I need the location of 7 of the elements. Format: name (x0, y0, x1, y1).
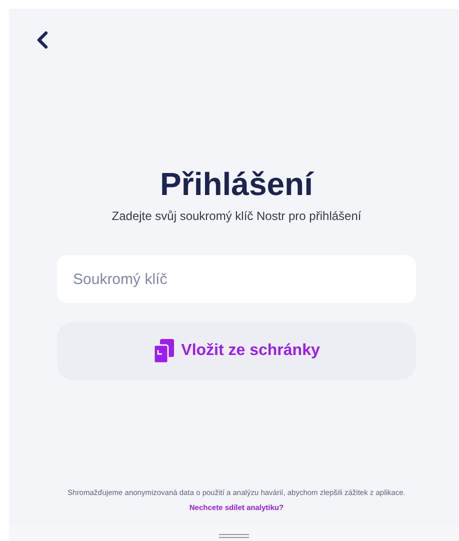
subtitle: Zadejte svůj soukromý klíč Nostr pro přihlášení (112, 209, 362, 223)
private-key-field[interactable]: Soukromý klíč (57, 255, 416, 303)
clipboard-icon (153, 338, 176, 364)
drag-handle[interactable] (219, 534, 249, 538)
chevron-left-icon (35, 31, 49, 49)
paste-button[interactable]: Vložit ze schránky (57, 322, 416, 380)
page-title: Přihlášení (160, 166, 313, 203)
